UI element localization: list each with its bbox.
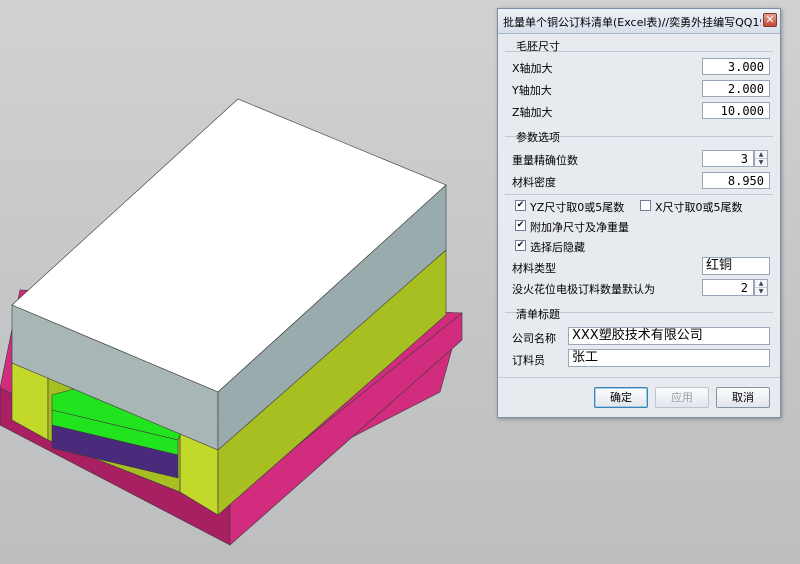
material-type-label: 材料类型 bbox=[512, 262, 556, 275]
weight-precision-spinner[interactable]: ▲ ▼ bbox=[754, 150, 768, 167]
yz-round-label: YZ尺寸取0或5尾数 bbox=[530, 201, 625, 214]
close-icon[interactable]: ✕ bbox=[763, 13, 777, 27]
bulk-order-dialog: 批量单个铜公订料清单(Excel表)//奕勇外挂编写QQ1980 ✕ 毛胚尺寸 … bbox=[497, 8, 781, 418]
x-round-label: X尺寸取0或5尾数 bbox=[655, 201, 743, 214]
material-type-input[interactable]: 红铜 bbox=[702, 257, 770, 275]
hide-after-label: 选择后隐藏 bbox=[530, 241, 585, 254]
y-enlarge-label: Y轴加大 bbox=[512, 84, 552, 97]
x-enlarge-label: X轴加大 bbox=[512, 62, 553, 75]
add-net-checkbox[interactable]: ✔ bbox=[515, 220, 526, 231]
dialog-title: 批量单个铜公订料清单(Excel表)//奕勇外挂编写QQ1980 bbox=[503, 16, 761, 29]
default-qty-input[interactable]: 2 bbox=[702, 279, 754, 296]
add-net-label: 附加净尺寸及净重量 bbox=[530, 221, 629, 234]
yz-round-checkbox[interactable]: ✔ bbox=[515, 200, 526, 211]
dialog-titlebar[interactable]: 批量单个铜公订料清单(Excel表)//奕勇外挂编写QQ1980 ✕ bbox=[498, 9, 780, 34]
ok-button[interactable]: 确定 bbox=[594, 387, 648, 408]
company-input[interactable]: XXX塑胶技术有限公司 bbox=[568, 327, 770, 345]
weight-precision-label: 重量精确位数 bbox=[512, 154, 578, 167]
spin-down-icon[interactable]: ▼ bbox=[755, 159, 767, 166]
default-qty-spinner[interactable]: ▲ ▼ bbox=[754, 279, 768, 296]
spin-down-icon[interactable]: ▼ bbox=[755, 288, 767, 295]
list-title-group-title: 清单标题 bbox=[516, 308, 560, 321]
density-label: 材料密度 bbox=[512, 176, 556, 189]
params-divider bbox=[505, 194, 773, 195]
apply-button[interactable]: 应用 bbox=[655, 387, 709, 408]
cancel-button[interactable]: 取消 bbox=[716, 387, 770, 408]
x-enlarge-input[interactable]: 3.000 bbox=[702, 58, 770, 75]
spin-up-icon[interactable]: ▲ bbox=[755, 151, 767, 159]
buttons-divider bbox=[498, 377, 780, 378]
default-qty-label: 没火花位电极订料数量默认为 bbox=[512, 283, 655, 296]
weight-precision-input[interactable]: 3 bbox=[702, 150, 754, 167]
z-enlarge-label: Z轴加大 bbox=[512, 106, 553, 119]
company-label: 公司名称 bbox=[512, 332, 556, 345]
orderer-input[interactable]: 张工 bbox=[568, 349, 770, 367]
orderer-label: 订料员 bbox=[512, 354, 545, 367]
blank-size-group-title: 毛胚尺寸 bbox=[516, 40, 560, 53]
z-enlarge-input[interactable]: 10.000 bbox=[702, 102, 770, 119]
y-enlarge-input[interactable]: 2.000 bbox=[702, 80, 770, 97]
x-round-checkbox[interactable] bbox=[640, 200, 651, 211]
hide-after-checkbox[interactable]: ✔ bbox=[515, 240, 526, 251]
spin-up-icon[interactable]: ▲ bbox=[755, 280, 767, 288]
params-group-title: 参数选项 bbox=[516, 131, 560, 144]
density-input[interactable]: 8.950 bbox=[702, 172, 770, 189]
